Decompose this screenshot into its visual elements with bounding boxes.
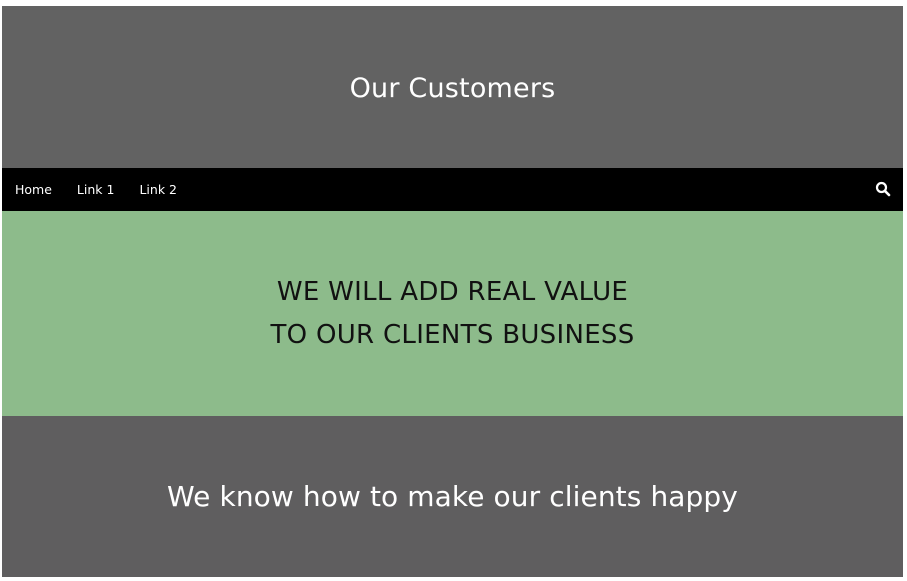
footer-tagline: We know how to make our clients happy xyxy=(167,480,738,513)
nav-link-1[interactable]: Link 1 xyxy=(64,168,127,211)
nav-link-2[interactable]: Link 2 xyxy=(127,168,190,211)
page: Our Customers Home Link 1 Link 2 WE WILL… xyxy=(2,6,903,577)
footer-section: We know how to make our clients happy xyxy=(2,416,903,577)
hero-banner: WE WILL ADD REAL VALUE TO OUR CLIENTS BU… xyxy=(2,211,903,416)
page-header: Our Customers xyxy=(2,6,903,168)
top-navbar: Home Link 1 Link 2 xyxy=(2,168,903,211)
page-title: Our Customers xyxy=(349,72,556,104)
search-icon[interactable] xyxy=(875,181,891,197)
hero-line-1: WE WILL ADD REAL VALUE xyxy=(276,276,629,307)
hero-line-2: TO OUR CLIENTS BUSINESS xyxy=(270,319,635,350)
nav-link-home[interactable]: Home xyxy=(2,168,64,211)
